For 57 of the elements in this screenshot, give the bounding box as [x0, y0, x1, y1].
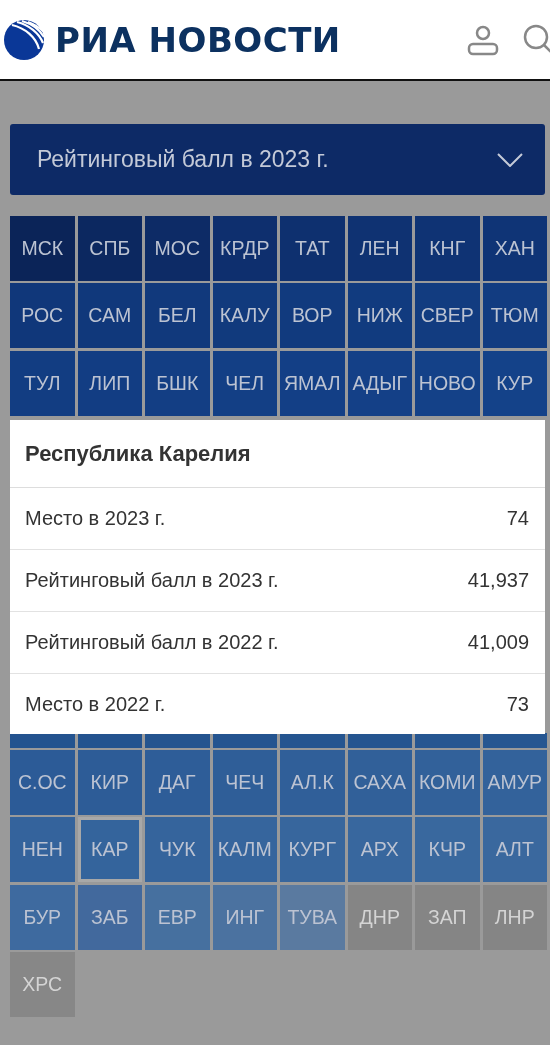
region-tile[interactable]: ЗАБ — [77, 884, 142, 950]
region-tile[interactable]: КНГ — [415, 216, 480, 281]
region-tile[interactable]: ДАГ — [145, 749, 210, 815]
region-tile[interactable]: САМ — [77, 283, 142, 349]
region-tile[interactable]: БЕЛ — [145, 283, 210, 349]
stat-value: 41,937 — [467, 569, 529, 592]
globe-logo-icon — [3, 18, 45, 61]
region-tile[interactable]: ИНГ — [212, 884, 277, 950]
region-tile[interactable]: КАЛУ — [212, 283, 277, 349]
stat-label: Место в 2023 г. — [25, 507, 166, 530]
region-tile[interactable]: АДЫГ — [347, 350, 412, 416]
region-tile[interactable]: КАЛМ — [212, 817, 277, 883]
region-tile[interactable]: КУР — [482, 350, 547, 416]
region-tile[interactable]: ТАТ — [280, 216, 345, 281]
region-tile[interactable]: САХА — [347, 749, 412, 815]
region-tile[interactable]: НИЖ — [347, 283, 412, 349]
region-tile[interactable]: АЛ.К — [280, 749, 345, 815]
region-tile[interactable]: МСК — [10, 216, 75, 281]
region-tile[interactable]: ЧЕЧ — [212, 749, 277, 815]
stat-label: Рейтинговый балл в 2022 г. — [25, 631, 279, 654]
region-tile[interactable]: КРДР — [212, 216, 277, 281]
region-tile[interactable]: ХАН — [482, 216, 547, 281]
stat-label: Место в 2022 г. — [25, 692, 166, 716]
region-tile[interactable]: ТУЛ — [10, 350, 75, 416]
region-tile[interactable]: ЕВР — [145, 884, 210, 950]
region-tile[interactable]: БШК — [145, 350, 210, 416]
region-tile[interactable]: НЕН — [10, 817, 75, 883]
stat-value: 41,009 — [467, 631, 529, 654]
stat-value: 73 — [506, 692, 529, 716]
region-tile[interactable]: ТЮМ — [482, 283, 547, 349]
region-tile[interactable]: БУР — [10, 884, 75, 950]
region-tile[interactable]: РОС — [10, 283, 75, 349]
region-tile[interactable]: ЯМАЛ — [280, 350, 345, 416]
region-tile[interactable]: АМУР — [482, 749, 547, 815]
logo-text: РИА НОВОСТИ — [55, 19, 341, 60]
region-tile[interactable]: ЧУК — [145, 817, 210, 883]
rating-dropdown[interactable]: Рейтинговый балл в 2023 г. — [10, 124, 545, 195]
card-title: Республика Карелия — [10, 420, 545, 488]
region-tile[interactable]: НОВО — [415, 350, 480, 416]
region-tile[interactable]: КОМИ — [415, 749, 480, 815]
region-tile[interactable]: КУРГ — [280, 817, 345, 883]
region-tile[interactable]: КАР — [77, 817, 142, 883]
chevron-down-icon — [497, 152, 523, 167]
region-tile[interactable]: ВОР — [280, 283, 345, 349]
region-tile[interactable]: ЧЕЛ — [212, 350, 277, 416]
region-tile[interactable]: КЧР — [415, 817, 480, 883]
region-tile[interactable]: С.ОС — [10, 749, 75, 815]
region-tile[interactable]: МОС — [145, 216, 210, 281]
region-tile[interactable]: АРХ — [347, 817, 412, 883]
region-tile[interactable]: АЛТ — [482, 817, 547, 883]
region-tile[interactable]: СПБ — [77, 216, 142, 281]
stat-value: 74 — [506, 507, 529, 530]
region-tile[interactable]: СВЕР — [415, 283, 480, 349]
region-tile[interactable]: КИР — [77, 749, 142, 815]
region-tile[interactable]: ЛИП — [77, 350, 142, 416]
region-tile[interactable]: ЛЕН — [347, 216, 412, 281]
stat-label: Рейтинговый балл в 2023 г. — [25, 569, 279, 592]
